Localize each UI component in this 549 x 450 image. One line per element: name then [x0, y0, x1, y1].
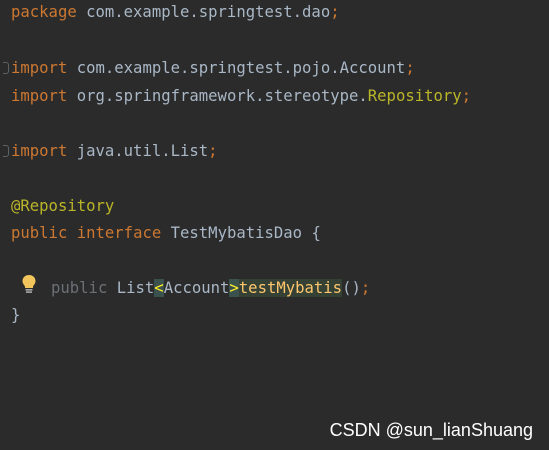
interface-name: TestMybatisDao { — [161, 224, 321, 242]
annotation-class: Repository — [367, 87, 462, 105]
code-line-interface-decl[interactable]: public interface TestMybatisDao { — [11, 223, 321, 243]
keyword: import — [11, 59, 68, 77]
method-name: testMybatis — [238, 279, 343, 297]
keyword-public: public — [51, 279, 108, 297]
semicolon: ; — [461, 87, 472, 105]
code-line-close-brace[interactable]: } — [11, 305, 20, 325]
code-line-import-repository[interactable]: import org.springframework.stereotype.Re… — [11, 86, 471, 106]
code-line-package[interactable]: package com.example.springtest.dao; — [11, 2, 340, 22]
fold-icon[interactable] — [0, 60, 10, 76]
import-path: com.example.springtest.pojo.Account — [67, 59, 406, 77]
code-line-import-account[interactable]: import com.example.springtest.pojo.Accou… — [11, 58, 415, 78]
code-editor[interactable]: package com.example.springtest.dao; impo… — [0, 0, 549, 450]
code-line-method-decl[interactable]: public List<Account>testMybatis(); — [51, 278, 370, 298]
keyword: public — [11, 224, 68, 242]
annotation: @Repository — [11, 197, 115, 215]
return-type: List — [116, 279, 155, 297]
watermark: CSDN @sun_lianShuang — [329, 420, 533, 440]
semicolon: ; — [208, 142, 218, 160]
semicolon: ; — [360, 279, 371, 297]
code-line-annotation[interactable]: @Repository — [11, 196, 114, 216]
keyword: interface — [76, 224, 162, 242]
semicolon: ; — [405, 59, 415, 77]
generic-close-bracket: > — [229, 279, 239, 297]
import-path: java.util.List — [67, 142, 209, 160]
keyword: package — [11, 3, 77, 21]
fold-icon[interactable] — [0, 143, 10, 159]
closing-brace: } — [11, 306, 21, 324]
keyword: import — [11, 87, 68, 105]
keyword: import — [11, 142, 68, 160]
method-parens: () — [342, 279, 361, 297]
generic-open-bracket: < — [154, 279, 164, 297]
code-line-import-list[interactable]: import java.util.List; — [11, 141, 218, 161]
lightbulb-icon[interactable] — [20, 274, 38, 294]
package-name: com.example.springtest.dao — [76, 3, 331, 21]
generic-type: Account — [163, 279, 230, 297]
semicolon: ; — [330, 3, 340, 21]
import-path: org.springframework.stereotype. — [67, 87, 368, 105]
